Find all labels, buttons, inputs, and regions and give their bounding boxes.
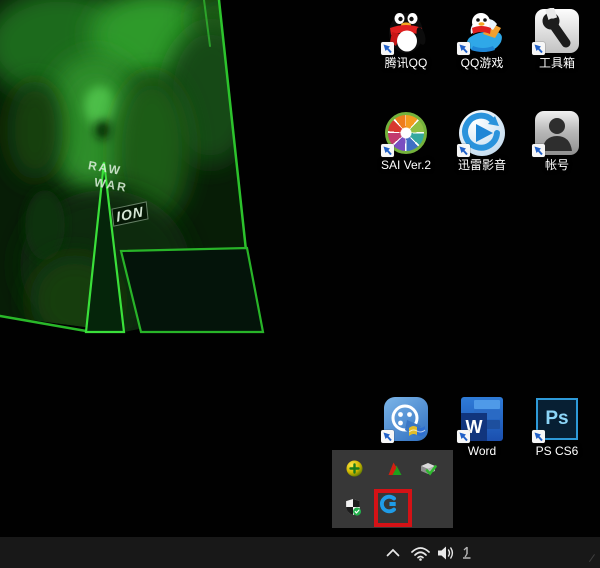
mountain-icon[interactable]	[386, 459, 404, 477]
icon-label: 腾讯QQ	[385, 57, 428, 70]
shortcut-arrow-icon	[381, 42, 394, 55]
taskbar[interactable]	[0, 537, 600, 568]
icon-label: Word	[468, 445, 496, 458]
icon-label: PS CS6	[536, 445, 579, 458]
word-doc-bar	[474, 400, 500, 409]
defender-shield-icon[interactable]	[343, 497, 363, 517]
input-indicator-icon[interactable]	[458, 537, 474, 568]
account-icon	[534, 110, 580, 156]
chevron-up-icon[interactable]	[383, 537, 403, 568]
tray-overflow-flyout	[332, 450, 453, 528]
icon-label: 帐号	[545, 159, 569, 172]
video-app-icon	[383, 396, 429, 442]
shortcut-arrow-icon	[381, 144, 394, 157]
desktop-icon-qq-games[interactable]: QQ游戏	[444, 8, 520, 70]
tencent-qq-icon	[383, 8, 429, 54]
toolbox-icon	[534, 8, 580, 54]
wallpaper-art	[0, 0, 600, 568]
volume-icon[interactable]	[434, 537, 458, 568]
photoshop-icon: Ps	[534, 396, 580, 442]
logitech-g-icon[interactable]	[378, 493, 400, 515]
icon-label: 工具箱	[539, 57, 575, 70]
shortcut-arrow-icon	[457, 42, 470, 55]
desktop-icon-toolbox[interactable]: 工具箱	[519, 8, 595, 70]
shortcut-arrow-icon	[532, 144, 545, 157]
xunlei-player-icon	[459, 110, 505, 156]
word-icon: W	[459, 396, 505, 442]
shortcut-arrow-icon	[532, 430, 545, 443]
hardware-check-icon[interactable]	[419, 459, 437, 477]
desktop-icon-ps-cs6[interactable]: Ps PS CS6	[519, 396, 595, 458]
icon-label: 迅雷影音	[458, 159, 506, 172]
desktop-icon-tencent-qq[interactable]: 腾讯QQ	[368, 8, 444, 70]
desktop-icon-xunlei-player[interactable]: 迅雷影音	[444, 110, 520, 172]
accelerator-ball-icon[interactable]	[345, 459, 363, 477]
desktop-icon-word[interactable]: W Word	[444, 396, 520, 458]
sai-color-wheel-icon	[383, 110, 429, 156]
icon-label: SAI Ver.2	[381, 159, 431, 172]
desktop: RAW WAR ION 腾讯QQ	[0, 0, 600, 568]
desktop-icon-sai[interactable]: SAI Ver.2	[368, 110, 444, 172]
wifi-icon[interactable]	[408, 537, 432, 568]
qq-games-icon	[459, 8, 505, 54]
shortcut-arrow-icon	[457, 430, 470, 443]
icon-label: QQ游戏	[461, 57, 504, 70]
desktop-icon-video-app[interactable]	[368, 396, 444, 442]
shortcut-arrow-icon	[381, 430, 394, 443]
shortcut-arrow-icon	[457, 144, 470, 157]
desktop-icon-account[interactable]: 帐号	[519, 110, 595, 172]
shortcut-arrow-icon	[532, 42, 545, 55]
